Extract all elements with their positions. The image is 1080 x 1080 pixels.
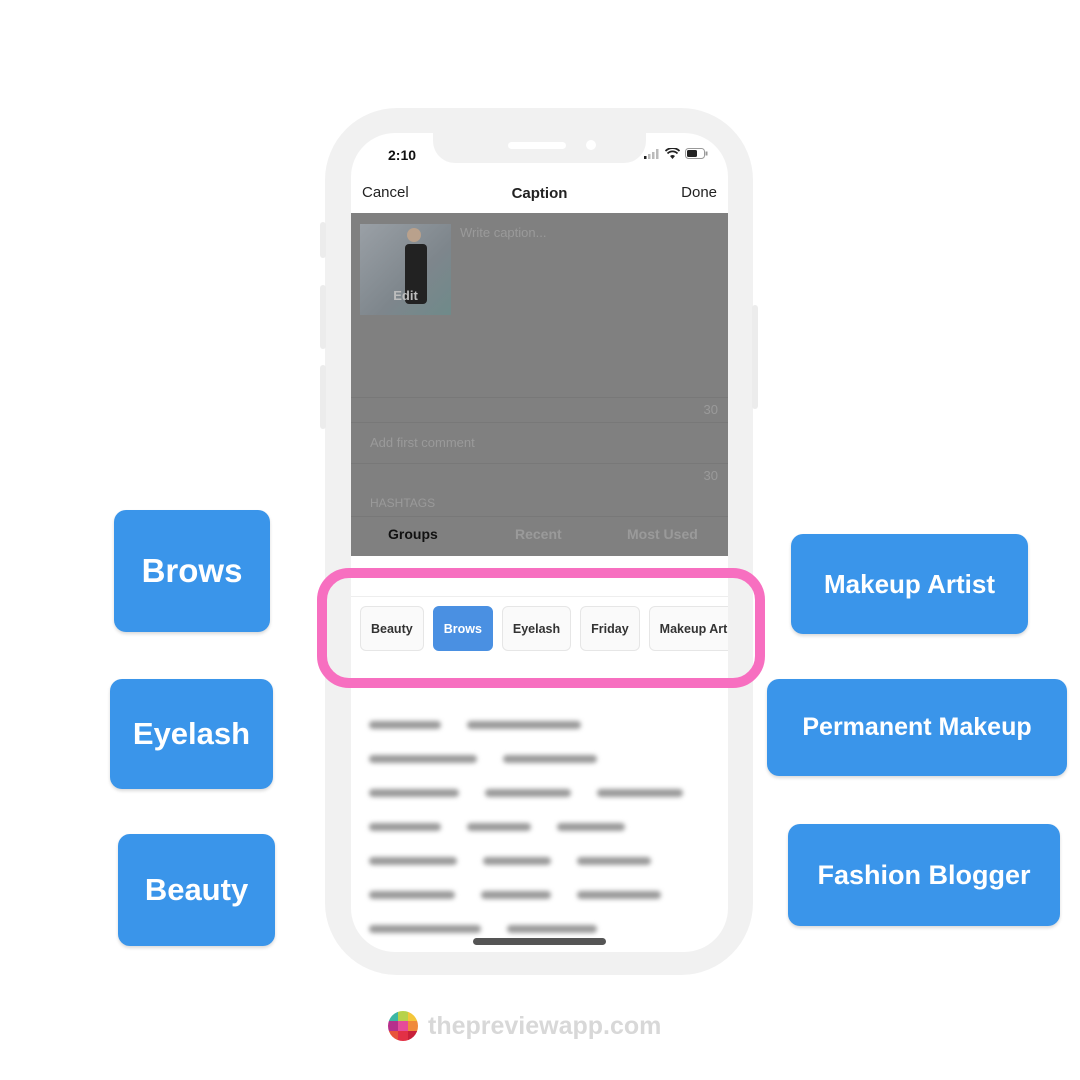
brand-url: thepreviewapp.com (428, 1011, 662, 1040)
page-title: Caption (511, 185, 568, 202)
status-time: 2:10 (388, 147, 417, 163)
power-button (752, 305, 758, 409)
first-comment-input[interactable]: Add first comment (370, 435, 475, 450)
phone-screen: 2:10 Cancel Caption Done Edit Write capt… (351, 133, 728, 952)
home-indicator (473, 938, 606, 945)
tab-recent[interactable]: Recent (515, 526, 562, 542)
brand-footer: thepreviewapp.com (388, 1011, 661, 1041)
callout-beauty: Beauty (118, 834, 275, 946)
dimmed-overlay: Edit Write caption... 30 Add first comme… (351, 213, 728, 556)
tab-groups[interactable]: Groups (388, 526, 438, 542)
caption-input[interactable]: Write caption... (460, 225, 546, 240)
nav-bar: Cancel Caption Done (351, 183, 728, 213)
blurred-hashtag-list (369, 708, 683, 946)
wifi-icon (665, 148, 680, 159)
callout-brows: Brows (114, 510, 270, 632)
callout-permanent-makeup: Permanent Makeup (767, 679, 1067, 776)
done-button[interactable]: Done (681, 184, 717, 201)
mute-switch (320, 222, 326, 258)
highlight-frame (317, 568, 765, 688)
hashtags-heading: HASHTAGS (370, 496, 436, 510)
battery-icon (685, 148, 708, 159)
volume-up-button (320, 285, 326, 349)
callout-eyelash: Eyelash (110, 679, 273, 789)
notch (433, 133, 646, 163)
volume-down-button (320, 365, 326, 429)
brand-logo (388, 1011, 418, 1041)
signal-icon (644, 148, 659, 159)
callout-makeup-artist: Makeup Artist (791, 534, 1028, 634)
callout-fashion-blogger: Fashion Blogger (788, 824, 1060, 926)
post-thumbnail[interactable]: Edit (360, 224, 451, 315)
tab-most-used[interactable]: Most Used (627, 526, 698, 542)
edit-thumbnail-label: Edit (393, 288, 418, 303)
status-icons (644, 148, 708, 159)
comment-count: 30 (703, 468, 718, 483)
caption-count: 30 (703, 402, 718, 417)
